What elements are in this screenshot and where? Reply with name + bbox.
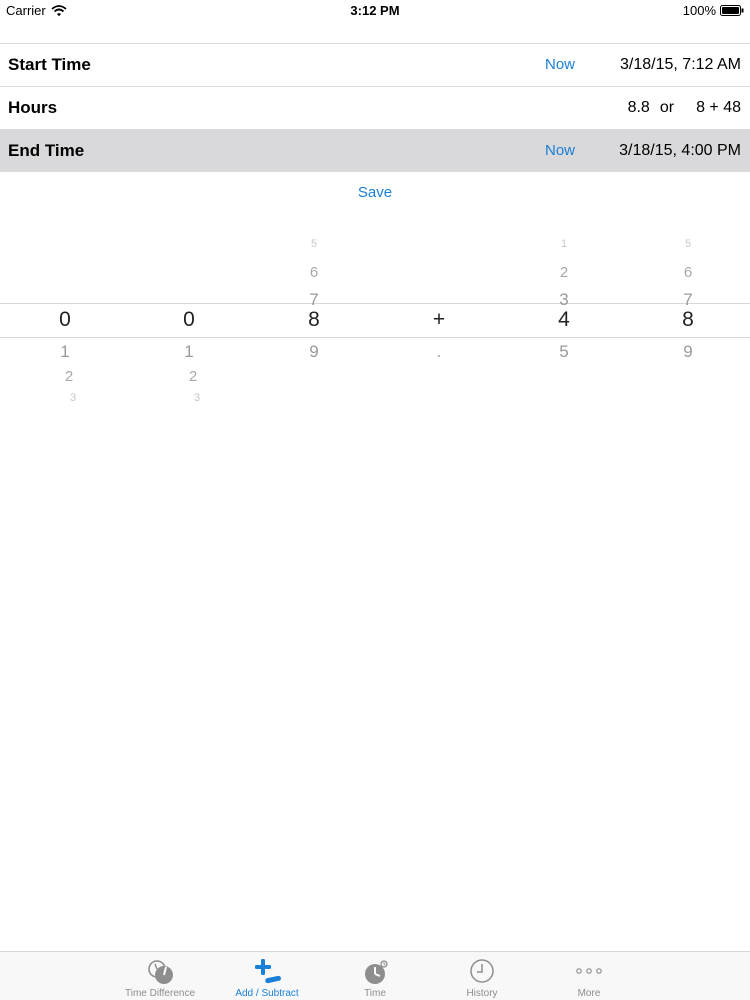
tab-history[interactable]: History — [432, 952, 532, 1000]
picker-col-1-below-1[interactable]: 2 — [163, 368, 223, 385]
battery-icon — [720, 5, 744, 16]
time-icon — [365, 960, 388, 984]
picker-col-5-above-2[interactable]: 7 — [658, 290, 718, 310]
status-bar: Carrier 3:12 PM 100% — [0, 0, 750, 22]
time-difference-icon — [148, 960, 173, 984]
start-time-label: Start Time — [8, 54, 91, 74]
start-time-value: 3/18/15, 7:12 AM — [620, 55, 741, 73]
status-time: 3:12 PM — [350, 3, 400, 18]
picker-col-4-above-1[interactable]: 2 — [534, 264, 594, 281]
picker-col-1-below-2[interactable]: 3 — [167, 392, 227, 404]
tab-more[interactable]: More — [539, 952, 639, 1000]
tab-label-more: More — [577, 988, 601, 999]
start-time-now-button[interactable]: Now — [545, 56, 575, 73]
tab-label-time-difference: Time Difference — [124, 988, 196, 999]
hours-label: Hours — [8, 97, 58, 117]
save-button[interactable]: Save — [0, 184, 750, 201]
picker-col-1-selected[interactable]: 0 — [159, 308, 219, 332]
tab-bar: Time Difference Add / Subtract Time Hist… — [0, 951, 750, 1000]
tab-time-difference[interactable]: Time Difference — [110, 952, 210, 1000]
picker-col-0-below-0[interactable]: 1 — [35, 342, 95, 362]
picker-col-0-below-1[interactable]: 2 — [39, 368, 99, 385]
hours-or: or — [659, 98, 675, 116]
picker-col-5-above-0[interactable]: 5 — [658, 238, 718, 250]
picker-col-2-above-0[interactable]: 5 — [284, 238, 344, 250]
status-battery: 100% — [683, 3, 744, 18]
picker-col-4-below-0[interactable]: 5 — [534, 342, 594, 362]
picker-bottom-line — [0, 337, 750, 338]
picker-col-5-below-0[interactable]: 9 — [658, 342, 718, 362]
picker-col-4-selected[interactable]: 4 — [534, 308, 594, 332]
picker-col-5-selected[interactable]: 8 — [658, 308, 718, 332]
battery-percent: 100% — [682, 3, 716, 18]
tab-time[interactable]: Time — [325, 952, 425, 1000]
picker-col-1-below-0[interactable]: 1 — [159, 342, 219, 362]
end-time-value: 3/18/15, 4:00 PM — [619, 141, 741, 159]
hours-hm: 8 + 48 — [696, 98, 741, 116]
tab-add-subtract[interactable]: Add / Subtract — [217, 952, 317, 1000]
picker-col-0-selected[interactable]: 0 — [35, 308, 95, 332]
picker-col-2-selected[interactable]: 8 — [284, 308, 344, 332]
picker-col-4-above-0[interactable]: 1 — [534, 238, 594, 250]
screen: Carrier 3:12 PM 100% Start Time Now 3/18… — [0, 0, 750, 1000]
hours-values: 8.8 or 8 + 48 — [628, 99, 741, 117]
picker-col-2-above-1[interactable]: 6 — [284, 264, 344, 281]
end-time-label: End Time — [8, 140, 85, 160]
more-icon — [576, 968, 602, 974]
tab-label-history: History — [466, 988, 498, 999]
start-time-row[interactable]: Start Time Now 3/18/15, 7:12 AM — [0, 43, 750, 85]
picker-col-4-above-2[interactable]: 3 — [534, 290, 594, 310]
picker-col-0-below-2[interactable]: 3 — [43, 392, 103, 404]
picker-top-line — [0, 303, 750, 304]
hours-decimal: 8.8 — [627, 98, 650, 116]
picker-col-5-above-1[interactable]: 6 — [658, 264, 718, 281]
history-icon — [470, 959, 494, 983]
end-time-row[interactable]: End Time Now 3/18/15, 4:00 PM — [0, 129, 750, 172]
hours-row[interactable]: Hours 8.8 or 8 + 48 — [0, 86, 750, 128]
picker-col-2-above-2[interactable]: 7 — [284, 290, 344, 310]
picker-col-3-below-0[interactable]: . — [409, 342, 469, 362]
end-time-now-button[interactable]: Now — [545, 142, 575, 159]
tab-label-time: Time — [364, 988, 386, 999]
add-subtract-icon — [255, 959, 281, 984]
tab-label-add-subtract: Add / Subtract — [235, 988, 299, 999]
picker-col-3-selected[interactable]: + — [409, 308, 469, 332]
picker-col-2-below-0[interactable]: 9 — [284, 342, 344, 362]
